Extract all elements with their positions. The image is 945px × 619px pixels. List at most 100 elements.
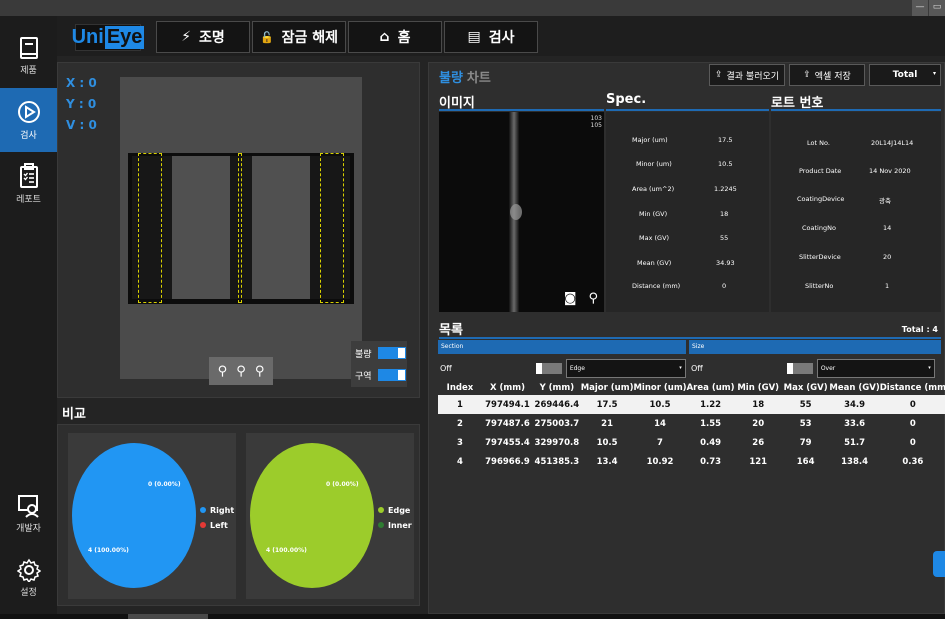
table-cell: 797487.6 bbox=[485, 418, 530, 429]
tab-chart[interactable]: 차트 bbox=[467, 71, 491, 86]
spec-value: 0 bbox=[722, 282, 727, 290]
spec-key: Minor (um) bbox=[636, 160, 672, 168]
excel-save-label: 엑셀 저장 bbox=[814, 71, 851, 82]
toggle-defect-switch[interactable] bbox=[377, 347, 406, 359]
home-button[interactable]: ⌂ 홈 bbox=[348, 21, 442, 53]
divider bbox=[439, 109, 604, 111]
coating-region bbox=[172, 156, 230, 299]
spec-value: 17.5 bbox=[718, 136, 733, 144]
excel-save-button[interactable]: ⇪ 엑셀 저장 bbox=[789, 64, 865, 86]
table-row[interactable]: 1 797494.1 269446.4 17.5 10.5 1.22 18 55… bbox=[438, 395, 945, 414]
total-select[interactable]: Total ▾ bbox=[869, 64, 941, 86]
tab-defect[interactable]: 불량 bbox=[439, 71, 463, 86]
column-header[interactable]: Min (GV) bbox=[735, 381, 782, 395]
legend-item: Left bbox=[200, 518, 234, 533]
table-cell: 26 bbox=[752, 437, 765, 448]
inspection-canvas[interactable]: ⚲ ⚲ ⚲ bbox=[120, 77, 362, 385]
camera-icon[interactable]: ◙ bbox=[564, 291, 577, 306]
column-header[interactable]: Minor (um) bbox=[633, 381, 686, 395]
zoom-toolbar: ⚲ ⚲ ⚲ bbox=[209, 357, 273, 385]
lot-key: CoatingNo bbox=[802, 224, 836, 232]
zoom-out-icon[interactable]: ⚲ bbox=[236, 364, 246, 379]
legend-item-label: Left bbox=[210, 521, 228, 530]
size-filter: Off Over ▾ bbox=[691, 357, 941, 379]
table-row[interactable]: 4 796966.9 451385.3 13.4 10.92 0.73 121 … bbox=[438, 452, 945, 471]
logo-text-uni: Uni bbox=[71, 26, 104, 48]
clipboard-icon bbox=[19, 163, 38, 188]
lighting-button[interactable]: ⚡ 조명 bbox=[156, 21, 250, 53]
spec-header: Spec. bbox=[606, 92, 647, 107]
column-header[interactable]: Index bbox=[438, 381, 482, 395]
column-header[interactable]: Major (um) bbox=[581, 381, 634, 395]
play-circle-icon bbox=[17, 101, 40, 123]
toggle-defect-label: 불량 bbox=[355, 349, 372, 360]
table-cell: 18 bbox=[734, 395, 782, 414]
total-select-value: Total bbox=[892, 70, 918, 80]
table-cell: 121 bbox=[749, 456, 768, 467]
minimize-button[interactable]: — bbox=[912, 0, 928, 16]
table-cell: 329970.8 bbox=[534, 437, 580, 448]
pie-location bbox=[250, 443, 374, 588]
table-row[interactable]: 2 797487.6 275003.7 21 14 1.55 20 53 33.… bbox=[438, 414, 945, 433]
compare-panel: 0 (0.00%) 4 (100.00%) Right Left 0 (0.00… bbox=[57, 424, 420, 606]
spec-key: Mean (GV) bbox=[637, 259, 672, 267]
lot-key: Lot No. bbox=[807, 139, 830, 147]
size-filter-switch[interactable] bbox=[786, 362, 813, 374]
document-icon: ▤ bbox=[467, 29, 481, 45]
defect-image[interactable]: 103 105 ◙ ⚲ bbox=[439, 112, 604, 312]
table-row[interactable]: 3 797455.4 329970.8 10.5 7 0.49 26 79 51… bbox=[438, 433, 945, 452]
load-results-button[interactable]: ⇪ 결과 불러오기 bbox=[709, 64, 785, 86]
sidebar-item-developer[interactable]: 개발자 bbox=[0, 482, 57, 546]
side-drawer-tab[interactable] bbox=[933, 551, 945, 577]
section-filter: Off Edge ▾ bbox=[440, 357, 686, 379]
table-cell: 0 bbox=[909, 437, 916, 448]
pie-chart-location: 0 (0.00%) 4 (100.00%) Edge Inner bbox=[246, 433, 414, 599]
pie-label-top: 0 (0.00%) bbox=[326, 481, 359, 488]
section-filter-switch[interactable] bbox=[535, 362, 562, 374]
compare-title: 비교 bbox=[62, 407, 86, 422]
section-filter-select[interactable]: Edge ▾ bbox=[565, 358, 686, 378]
scroll-indicator[interactable] bbox=[128, 614, 208, 619]
maximize-button[interactable]: ▭ bbox=[929, 0, 945, 16]
unlock-button-label: 잠금 해제 bbox=[281, 30, 339, 46]
chevron-down-icon: ▾ bbox=[932, 70, 936, 77]
zoom-fit-icon[interactable]: ⚲ bbox=[255, 364, 265, 379]
defect-spot bbox=[510, 204, 522, 220]
toggle-zone-switch[interactable] bbox=[377, 369, 406, 381]
lot-value: 14 Nov 2020 bbox=[869, 167, 911, 175]
size-filter-select[interactable]: Over ▾ bbox=[816, 358, 935, 378]
sidebar-item-report[interactable]: 레포트 bbox=[0, 152, 57, 216]
inspect-button[interactable]: ▤ 검사 bbox=[444, 21, 538, 53]
table-cell: 0 bbox=[879, 395, 945, 414]
y-readout: Y : 0 bbox=[66, 97, 97, 111]
column-header[interactable]: X (mm) bbox=[482, 381, 533, 395]
lot-key: SlitterDevice bbox=[799, 253, 841, 261]
table-cell: 0 bbox=[909, 418, 916, 429]
chevron-down-icon: ▾ bbox=[679, 364, 682, 371]
legend-item: Inner bbox=[378, 518, 412, 533]
app-root: — ▭ 제품 검사 레포트 개발자 설정 Uni Eye ⚡ 조명 🔓 잠금 해… bbox=[0, 0, 945, 619]
sidebar-item-settings[interactable]: 설정 bbox=[0, 546, 57, 610]
load-results-label: 결과 불러오기 bbox=[726, 71, 780, 82]
unlock-button[interactable]: 🔓 잠금 해제 bbox=[252, 21, 346, 53]
column-header[interactable]: Max (GV) bbox=[782, 381, 830, 395]
zoom-in-icon[interactable]: ⚲ bbox=[218, 364, 228, 379]
search-icon[interactable]: ⚲ bbox=[588, 291, 598, 306]
divider bbox=[771, 109, 941, 111]
sidebar-item-inspect[interactable]: 검사 bbox=[0, 88, 57, 152]
column-header[interactable]: Mean (GV) bbox=[829, 381, 879, 395]
share-icon: ⇪ bbox=[803, 70, 811, 80]
home-icon: ⌂ bbox=[379, 29, 390, 45]
sidebar-item-product[interactable]: 제품 bbox=[0, 24, 57, 88]
lot-key: CoatingDevice bbox=[797, 195, 845, 203]
spec-value: 10.5 bbox=[718, 160, 733, 168]
inspect-button-label: 검사 bbox=[488, 30, 515, 46]
column-header[interactable]: Distance (mm bbox=[880, 381, 945, 395]
section-filter-value: Edge bbox=[569, 364, 585, 372]
pie-legend: Right Left bbox=[200, 503, 234, 533]
column-header[interactable]: Area (um) bbox=[687, 381, 735, 395]
column-header[interactable]: Y (mm) bbox=[533, 381, 581, 395]
table-cell: 164 bbox=[796, 456, 815, 467]
home-button-label: 홈 bbox=[397, 30, 411, 46]
v-readout: V : 0 bbox=[66, 118, 97, 132]
